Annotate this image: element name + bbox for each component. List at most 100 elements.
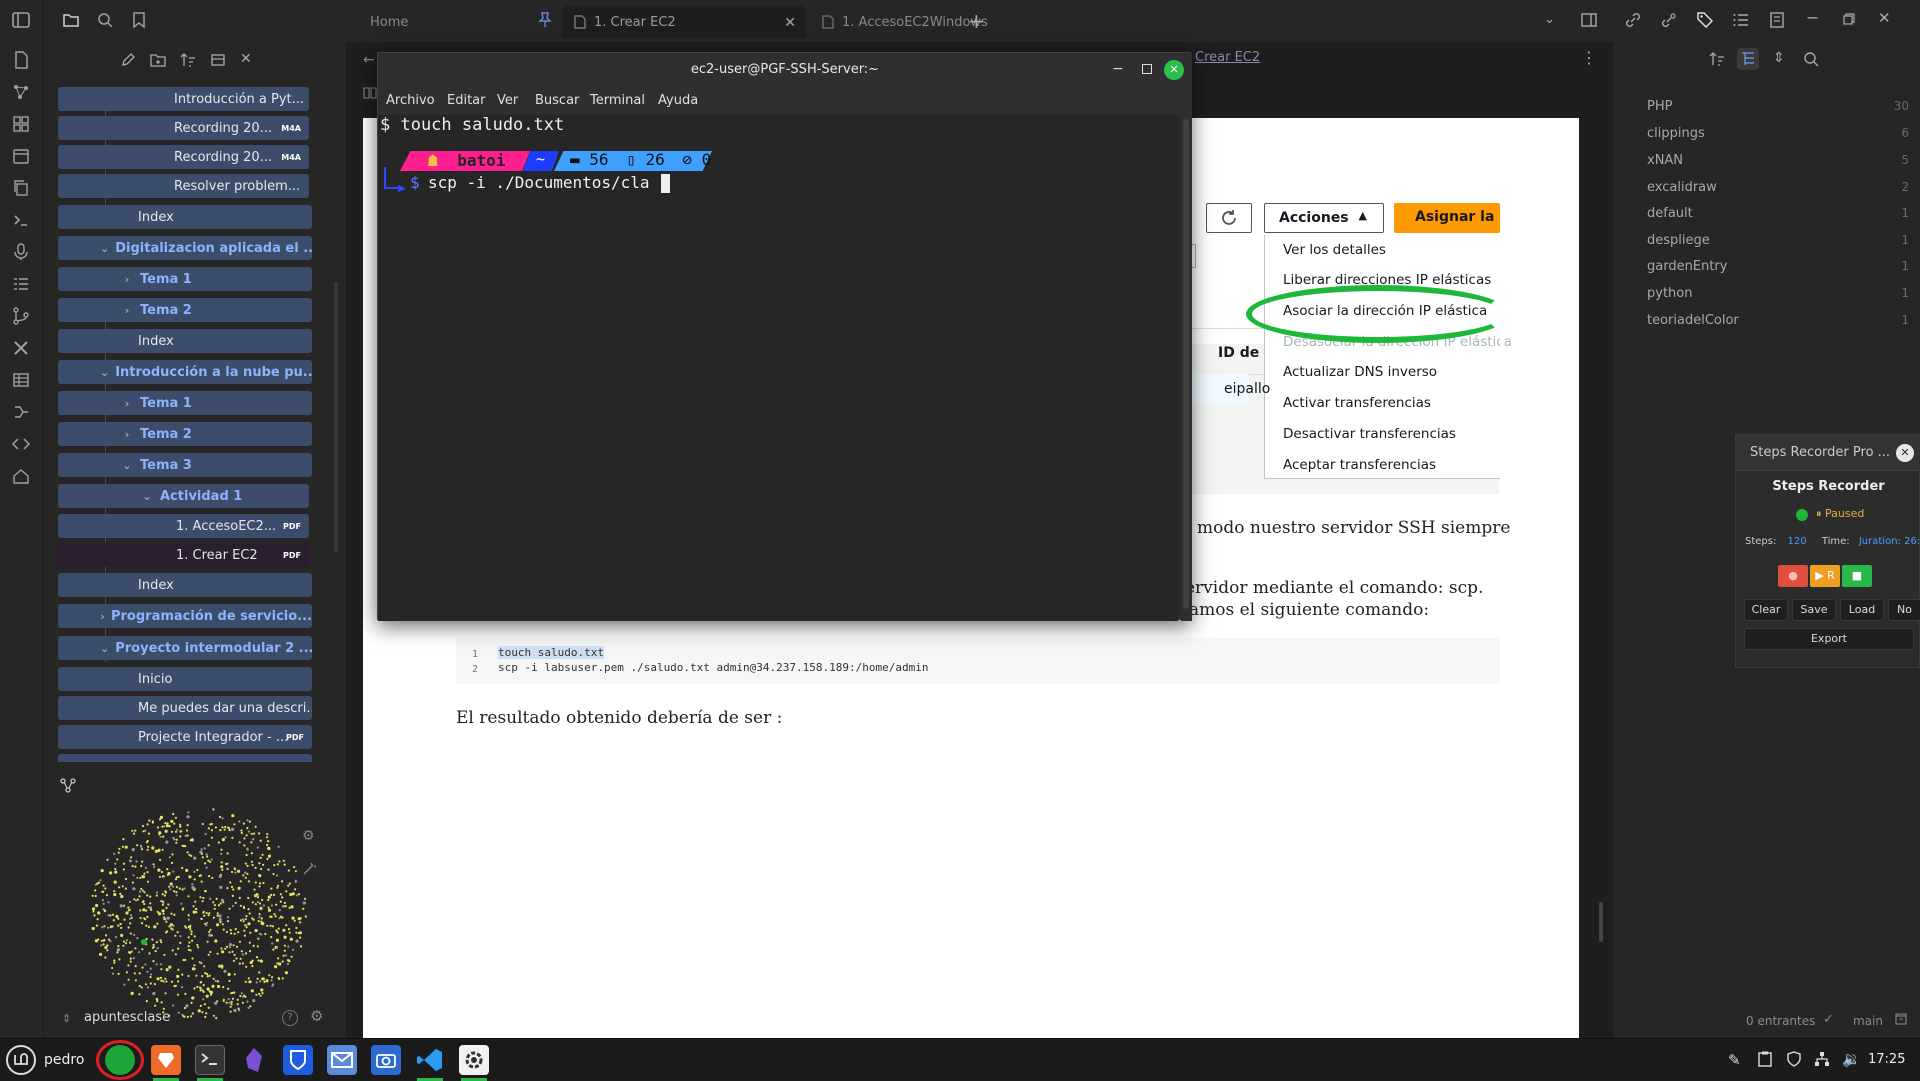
folder-tema-3[interactable]: ⌄ Tema 3 (58, 453, 312, 477)
canvas-icon[interactable] (11, 114, 33, 136)
more-options-icon[interactable]: ⋮ (1581, 48, 1597, 67)
folder-tema-2[interactable]: › Tema 2 (58, 298, 312, 322)
vault-switcher-icon[interactable]: ⇕ (62, 1012, 71, 1025)
table-icon[interactable] (11, 370, 33, 392)
tag-row[interactable]: default 1 (1647, 206, 1909, 221)
menu-item[interactable]: Actualizar DNS inverso (1283, 364, 1437, 380)
tab-crear-ec2[interactable]: 1. Crear EC2 ✕ (562, 6, 806, 38)
bitwarden-app-icon[interactable] (283, 1045, 313, 1075)
copy-icon[interactable] (11, 178, 33, 200)
list-item[interactable]: Inicio (58, 667, 312, 691)
list-item[interactable]: Resolver problem... (58, 174, 309, 198)
collapse-all-icon[interactable] (210, 52, 226, 68)
camera-app-icon[interactable] (371, 1045, 401, 1075)
tag-row[interactable]: clippings 6 (1647, 126, 1909, 141)
settings-app-icon[interactable] (459, 1045, 489, 1075)
list-item[interactable]: 1. AccesoEC2... PDF (58, 514, 309, 538)
network-tray-icon[interactable] (1814, 1051, 1830, 1067)
tree-view-icon[interactable] (1737, 48, 1759, 70)
branch-icon[interactable] (11, 402, 33, 424)
close-icon[interactable]: ✕ (1164, 60, 1184, 80)
folder-actividad-1[interactable]: ⌄ Actividad 1 (58, 484, 309, 508)
vscode-app-icon[interactable] (415, 1045, 445, 1075)
load-button[interactable]: Load (1840, 599, 1884, 621)
menu-buscar[interactable]: Buscar (535, 93, 579, 108)
menu-archivo[interactable]: Archivo (386, 93, 435, 108)
close-tab-icon[interactable]: ✕ (784, 15, 796, 31)
assign-button[interactable]: Asignar la di (1394, 203, 1500, 233)
restore-window-icon[interactable] (1842, 12, 1856, 26)
sidebar-toggle-icon[interactable] (11, 10, 33, 32)
tools-icon[interactable] (11, 338, 33, 360)
new-note-icon[interactable] (120, 52, 136, 68)
export-button[interactable]: Export (1744, 628, 1914, 650)
search-icon[interactable] (1803, 51, 1819, 67)
bullet-list-icon[interactable] (1732, 11, 1750, 29)
search-icon[interactable] (96, 11, 114, 29)
list-item[interactable]: Index (58, 573, 312, 597)
graph-settings-icon[interactable]: ⚙ (302, 828, 315, 844)
menu-ayuda[interactable]: Ayuda (658, 93, 698, 108)
menu-terminal[interactable]: Terminal (590, 93, 645, 108)
tag-row[interactable]: despliege 1 (1647, 233, 1909, 248)
pin-icon[interactable] (538, 12, 552, 28)
settings-icon[interactable]: ⚙ (310, 1007, 323, 1025)
menu-item[interactable]: Ver los detalles (1283, 242, 1386, 258)
mail-app-icon[interactable] (327, 1045, 357, 1075)
terminal-output[interactable]: $ touch saludo.txt ☗ batoi ~ ▬ 56 ▯ 26 ⊘… (378, 115, 1178, 621)
vault-name[interactable]: apuntesclase (84, 1010, 170, 1025)
list-item[interactable]: Recording 20... M4A (58, 145, 309, 169)
close-icon[interactable]: ✕ (240, 51, 252, 67)
reading-icon[interactable] (363, 86, 377, 100)
code-icon[interactable] (11, 434, 33, 456)
list-icon[interactable] (11, 274, 33, 296)
new-note-icon[interactable] (11, 50, 33, 72)
clock[interactable]: 17:25 (1868, 1052, 1905, 1067)
new-tab-icon[interactable]: + (968, 9, 985, 33)
chevron-down-icon[interactable]: ⌄ (1544, 12, 1555, 27)
tag-row[interactable]: excalidraw 2 (1647, 180, 1909, 195)
no-button[interactable]: No (1888, 599, 1920, 621)
refresh-button[interactable] (1206, 203, 1252, 233)
volume-tray-icon[interactable]: 🔉 (1842, 1050, 1861, 1068)
tag-row[interactable]: teoriadelColor 1 (1647, 313, 1909, 328)
folder-tema-1[interactable]: › Tema 1 (58, 391, 312, 415)
minimize-window-icon[interactable]: − (1806, 8, 1819, 27)
main-scrollbar[interactable] (1599, 902, 1603, 942)
menu-item[interactable]: Desactivar transferencias (1283, 426, 1456, 442)
list-item[interactable]: Index (58, 329, 312, 353)
list-item-selected[interactable]: 1. Crear EC2 PDF (58, 543, 309, 567)
pen-tray-icon[interactable]: ✎ (1728, 1051, 1741, 1069)
folder-tema-2[interactable]: › Tema 2 (58, 422, 312, 446)
user-name[interactable]: pedro (44, 1052, 84, 1068)
tab-home[interactable]: Home (358, 6, 558, 38)
close-window-icon[interactable]: ✕ (1878, 9, 1891, 27)
terminal-scrollbar[interactable] (1183, 119, 1189, 609)
maximize-icon[interactable] (1142, 64, 1152, 74)
list-item[interactable]: Recording 20... M4A (58, 116, 309, 140)
magic-wand-icon[interactable] (302, 862, 316, 876)
expand-collapse-icon[interactable]: ⇕ (1773, 50, 1785, 66)
menu-item[interactable]: Aceptar transferencias (1283, 457, 1436, 473)
list-item[interactable]: Introducción a Pyt... (58, 87, 309, 111)
link-icon[interactable] (1624, 11, 1642, 29)
menu-ver[interactable]: Ver (497, 93, 518, 108)
command-input[interactable]: scp -i ./Documentos/cla (428, 173, 650, 192)
files-icon[interactable] (62, 11, 80, 29)
tag-row[interactable]: python 1 (1647, 286, 1909, 301)
sort-icon[interactable] (1709, 51, 1725, 67)
tag-row[interactable]: gardenEntry 1 (1647, 259, 1909, 274)
bookmark-icon[interactable] (130, 11, 148, 29)
graph-view-icon[interactable] (11, 82, 33, 104)
menu-item[interactable]: Activar transferencias (1283, 395, 1431, 411)
folder-programacion[interactable]: › Programación de servicio... (58, 604, 312, 628)
calendar-list-icon[interactable] (1768, 11, 1786, 29)
back-arrow-icon[interactable]: ← (363, 52, 375, 68)
record-button[interactable]: ● (1778, 565, 1808, 587)
tags-icon[interactable] (1696, 11, 1714, 29)
archive-icon[interactable] (1895, 1013, 1907, 1025)
actions-button[interactable]: Acciones ▲ (1264, 203, 1384, 233)
resume-button[interactable]: ▶ R (1810, 565, 1840, 587)
local-graph[interactable] (84, 802, 314, 1038)
breadcrumb[interactable]: Crear EC2 (1195, 50, 1260, 65)
